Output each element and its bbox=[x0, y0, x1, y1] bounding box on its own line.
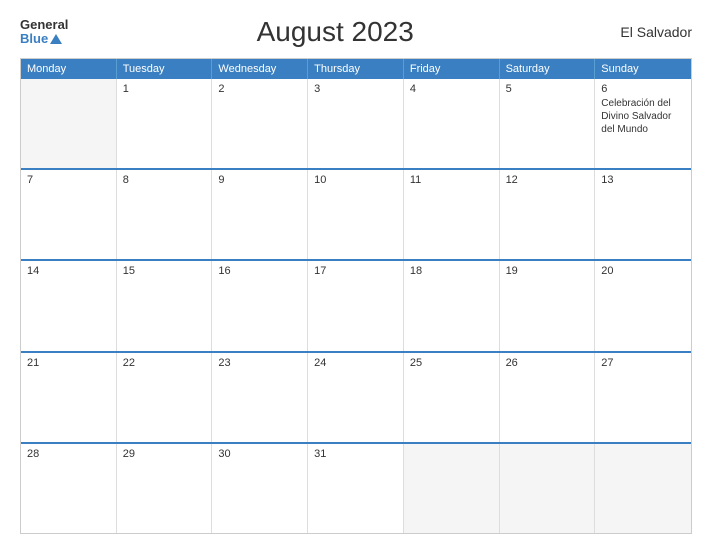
cell-date: 10 bbox=[314, 174, 397, 186]
calendar-cell[interactable]: 3 bbox=[308, 79, 404, 168]
cell-date: 30 bbox=[218, 448, 301, 460]
calendar-cell[interactable]: 4 bbox=[404, 79, 500, 168]
cell-date: 23 bbox=[218, 357, 301, 369]
calendar-cell[interactable]: 13 bbox=[595, 170, 691, 259]
cell-date: 4 bbox=[410, 83, 493, 95]
day-header-tuesday: Tuesday bbox=[117, 59, 213, 79]
cell-date: 11 bbox=[410, 174, 493, 186]
calendar-cell[interactable]: 21 bbox=[21, 353, 117, 442]
calendar-cell[interactable]: 11 bbox=[404, 170, 500, 259]
cell-date: 29 bbox=[123, 448, 206, 460]
calendar-cell[interactable]: 29 bbox=[117, 444, 213, 533]
calendar-cell[interactable]: 12 bbox=[500, 170, 596, 259]
cell-date: 15 bbox=[123, 265, 206, 277]
cell-date: 18 bbox=[410, 265, 493, 277]
cell-date: 9 bbox=[218, 174, 301, 186]
calendar-cell[interactable]: 5 bbox=[500, 79, 596, 168]
calendar-cell[interactable]: 9 bbox=[212, 170, 308, 259]
calendar-cell[interactable]: 7 bbox=[21, 170, 117, 259]
calendar-cell[interactable] bbox=[404, 444, 500, 533]
country-label: El Salvador bbox=[602, 24, 692, 40]
cell-date: 26 bbox=[506, 357, 589, 369]
calendar-cell[interactable]: 6 Celebración del Divino Salvador del Mun… bbox=[595, 79, 691, 168]
calendar-cell[interactable]: 20 bbox=[595, 261, 691, 350]
month-title: August 2023 bbox=[68, 16, 602, 48]
calendar-cell[interactable] bbox=[500, 444, 596, 533]
week-row-4: 21 22 23 24 25 26 27 bbox=[21, 351, 691, 442]
calendar-cell[interactable]: 22 bbox=[117, 353, 213, 442]
cell-date: 7 bbox=[27, 174, 110, 186]
calendar-cell[interactable]: 16 bbox=[212, 261, 308, 350]
calendar-cell[interactable]: 24 bbox=[308, 353, 404, 442]
cell-date: 14 bbox=[27, 265, 110, 277]
calendar-cell[interactable]: 8 bbox=[117, 170, 213, 259]
cell-date: 16 bbox=[218, 265, 301, 277]
calendar-cell[interactable]: 28 bbox=[21, 444, 117, 533]
logo-triangle-icon bbox=[50, 34, 62, 44]
weeks-container: 123456Celebración del Divino Salvador de… bbox=[21, 79, 691, 533]
week-row-1: 123456Celebración del Divino Salvador de… bbox=[21, 79, 691, 168]
calendar-cell[interactable]: 23 bbox=[212, 353, 308, 442]
cell-date: 17 bbox=[314, 265, 397, 277]
days-header: Monday Tuesday Wednesday Thursday Friday… bbox=[21, 59, 691, 79]
cell-date: 20 bbox=[601, 265, 685, 277]
cell-date: 31 bbox=[314, 448, 397, 460]
calendar-cell[interactable]: 2 bbox=[212, 79, 308, 168]
calendar-cell[interactable]: 1 bbox=[117, 79, 213, 168]
cell-date: 27 bbox=[601, 357, 685, 369]
cell-date: 24 bbox=[314, 357, 397, 369]
cell-date: 2 bbox=[218, 83, 301, 95]
cell-date: 8 bbox=[123, 174, 206, 186]
cell-date: 28 bbox=[27, 448, 110, 460]
calendar-cell[interactable]: 19 bbox=[500, 261, 596, 350]
day-header-saturday: Saturday bbox=[500, 59, 596, 79]
cell-date: 19 bbox=[506, 265, 589, 277]
calendar-grid: Monday Tuesday Wednesday Thursday Friday… bbox=[20, 58, 692, 534]
calendar-cell[interactable]: 27 bbox=[595, 353, 691, 442]
calendar-cell[interactable]: 10 bbox=[308, 170, 404, 259]
calendar-cell[interactable]: 25 bbox=[404, 353, 500, 442]
day-header-friday: Friday bbox=[404, 59, 500, 79]
cell-date: 22 bbox=[123, 357, 206, 369]
calendar-cell[interactable]: 18 bbox=[404, 261, 500, 350]
calendar-cell[interactable]: 17 bbox=[308, 261, 404, 350]
cell-date: 3 bbox=[314, 83, 397, 95]
cell-date: 5 bbox=[506, 83, 589, 95]
logo: General Blue bbox=[20, 18, 68, 47]
cell-date: 12 bbox=[506, 174, 589, 186]
header: General Blue August 2023 El Salvador bbox=[20, 16, 692, 48]
calendar-cell[interactable]: 15 bbox=[117, 261, 213, 350]
cell-event: Celebración del Divino Salvador del Mund… bbox=[601, 97, 685, 136]
week-row-3: 14 15 16 17 18 19 20 bbox=[21, 259, 691, 350]
cell-date: 13 bbox=[601, 174, 685, 186]
day-header-monday: Monday bbox=[21, 59, 117, 79]
calendar-cell[interactable] bbox=[595, 444, 691, 533]
cell-date: 25 bbox=[410, 357, 493, 369]
calendar-cell[interactable]: 30 bbox=[212, 444, 308, 533]
cell-date: 1 bbox=[123, 83, 206, 95]
cell-date: 6 bbox=[601, 83, 685, 95]
cell-date: 21 bbox=[27, 357, 110, 369]
day-header-sunday: Sunday bbox=[595, 59, 691, 79]
calendar-page: General Blue August 2023 El Salvador Mon… bbox=[0, 0, 712, 550]
day-header-wednesday: Wednesday bbox=[212, 59, 308, 79]
week-row-5: 28 29 30 31 bbox=[21, 442, 691, 533]
logo-general-text: General bbox=[20, 18, 68, 32]
calendar-cell[interactable]: 26 bbox=[500, 353, 596, 442]
calendar-cell[interactable]: 31 bbox=[308, 444, 404, 533]
day-header-thursday: Thursday bbox=[308, 59, 404, 79]
week-row-2: 7 89 10 11 12 13 bbox=[21, 168, 691, 259]
logo-blue-text: Blue bbox=[20, 32, 48, 46]
calendar-cell[interactable]: 14 bbox=[21, 261, 117, 350]
calendar-cell[interactable] bbox=[21, 79, 117, 168]
